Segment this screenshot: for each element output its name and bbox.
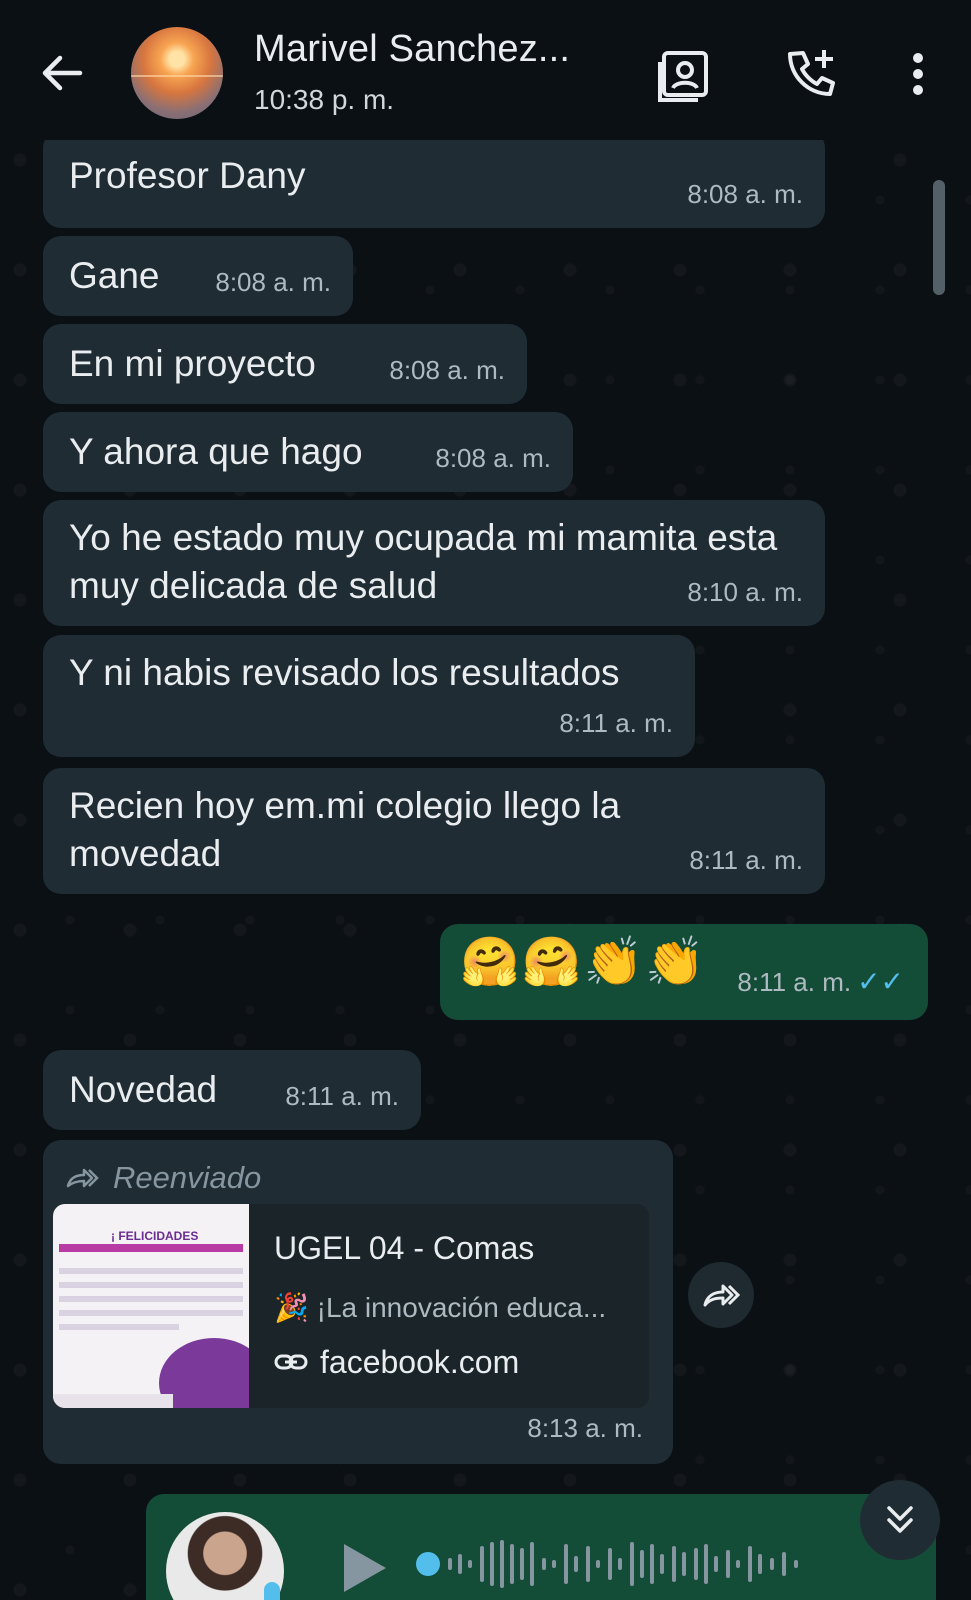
message-bubble[interactable]: Y ahora que hago 8:08 a. m. [43, 412, 573, 492]
message-time: 8:08 a. m. [215, 267, 331, 297]
message-text: Yo he estado muy ocupada mi mamita esta … [69, 517, 778, 606]
link-title: UGEL 04 - Comas [274, 1230, 535, 1266]
waveform[interactable] [416, 1534, 886, 1594]
forwarded-text: Reenviado [113, 1160, 262, 1195]
message-bubble[interactable]: Y ni habis revisado los resultados 8:11 … [43, 635, 695, 757]
message-bubble[interactable]: En mi proyecto 8:08 a. m. [43, 324, 527, 404]
add-call-icon[interactable] [780, 44, 840, 104]
chat-area[interactable]: Profesor Dany 8:08 a. m. Gane 8:08 a. m.… [0, 140, 971, 1600]
message-time: 8:11 a. m. ✓✓ [737, 958, 904, 1006]
message-bubble[interactable]: Profesor Dany 8:08 a. m. [43, 140, 825, 228]
video-call-icon[interactable] [655, 44, 715, 104]
back-arrow-icon[interactable] [36, 48, 86, 98]
message-text: Recien hoy em.mi colegio llego la moveda… [69, 785, 621, 874]
message-time: 8:10 a. m. [687, 577, 803, 607]
outgoing-message-bubble[interactable]: 🤗🤗👏👏 8:11 a. m. ✓✓ [440, 924, 928, 1020]
link-preview-card[interactable]: ¡ FELICIDADES UGEL 04 - Comas 🎉 ¡La inno… [53, 1204, 649, 1408]
message-time: 8:08 a. m. [687, 179, 803, 209]
contact-avatar[interactable] [131, 27, 223, 119]
forwarded-icon [66, 1168, 99, 1188]
scrollbar-thumb[interactable] [933, 180, 945, 295]
message-text: Y ni habis revisado los resultados [69, 652, 620, 693]
forward-icon [703, 1284, 741, 1307]
forwarded-message-bubble[interactable]: Reenviado ¡ FELICIDADES UGEL 04 - Comas … [43, 1140, 673, 1464]
link-domain: facebook.com [274, 1338, 519, 1386]
contact-name[interactable]: Marivel Sanchez... [254, 28, 570, 71]
message-time: 8:11 a. m. [689, 845, 803, 875]
link-description: 🎉 ¡La innovación educa... [274, 1292, 607, 1323]
read-ticks-icon: ✓✓ [857, 966, 904, 997]
message-bubble[interactable]: Recien hoy em.mi colegio llego la moveda… [43, 768, 825, 894]
double-chevron-down-icon [887, 1506, 913, 1533]
message-time: 8:11 a. m. [559, 708, 673, 738]
scroll-to-bottom-button[interactable] [860, 1480, 940, 1560]
forwarded-label: Reenviado [65, 1154, 261, 1202]
last-seen: 10:38 p. m. [254, 84, 395, 115]
message-time: 8:08 a. m. [389, 355, 505, 385]
chat-header: Marivel Sanchez... 10:38 p. m. [0, 0, 971, 140]
link-domain-text: facebook.com [320, 1344, 520, 1380]
link-icon [274, 1354, 308, 1370]
message-bubble[interactable]: Yo he estado muy ocupada mi mamita esta … [43, 500, 825, 626]
message-time: 8:11 a. m. [285, 1081, 399, 1111]
message-bubble[interactable]: Novedad 8:11 a. m. [43, 1050, 421, 1130]
link-preview-thumbnail: ¡ FELICIDADES [53, 1204, 249, 1408]
message-bubble[interactable]: Gane 8:08 a. m. [43, 236, 353, 316]
message-time: 8:08 a. m. [435, 443, 551, 473]
forward-share-button[interactable] [688, 1262, 754, 1328]
more-options-icon[interactable] [888, 44, 948, 104]
play-icon[interactable] [336, 1538, 392, 1598]
message-time-text: 8:11 a. m. [737, 967, 852, 997]
mic-icon [264, 1582, 280, 1600]
message-time: 8:13 a. m. [527, 1413, 643, 1443]
voice-message-bubble[interactable] [146, 1494, 936, 1600]
thumbnail-heading: ¡ FELICIDADES [111, 1229, 199, 1243]
